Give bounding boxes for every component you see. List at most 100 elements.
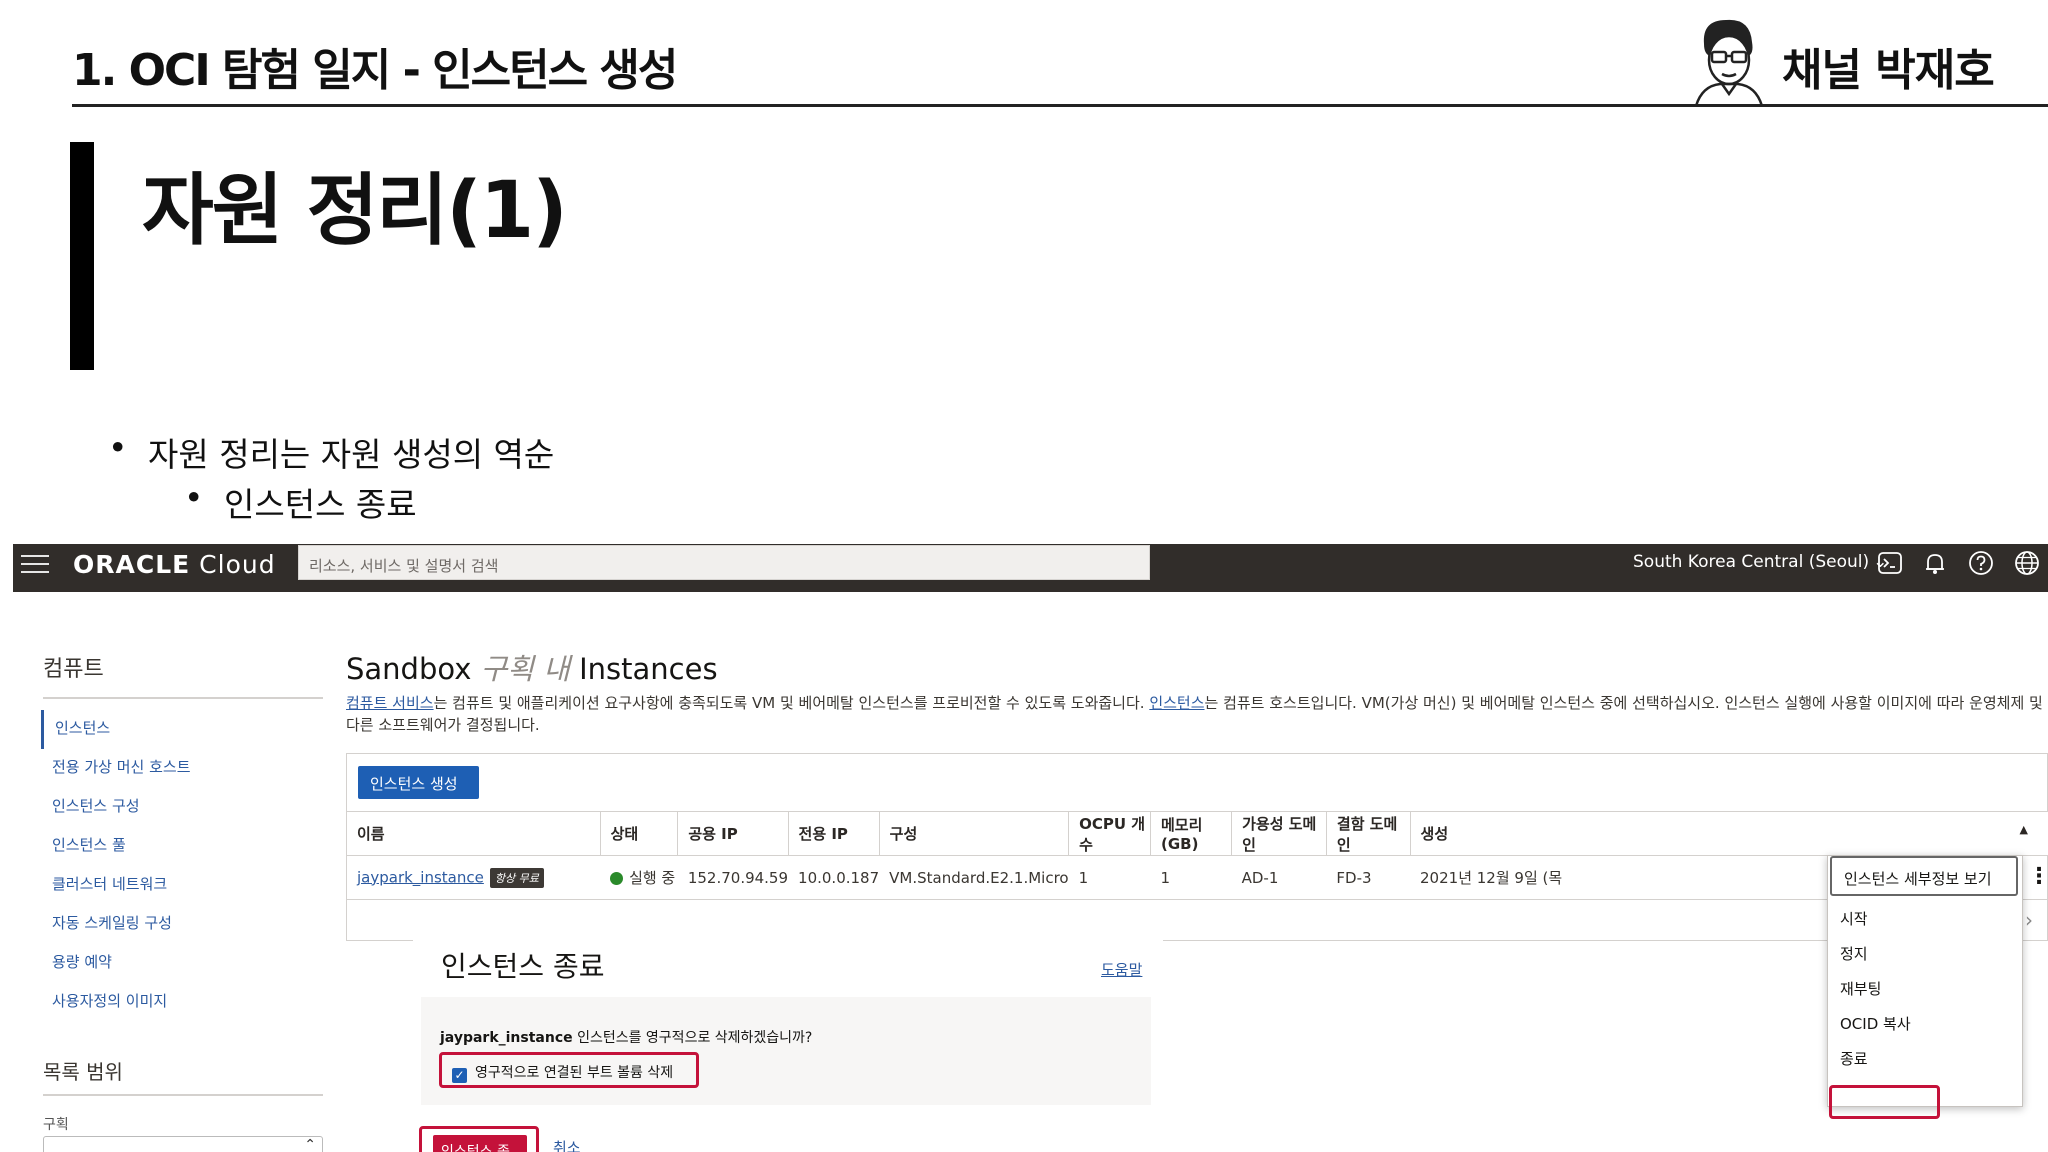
- compartment-select[interactable]: ⌃: [43, 1136, 323, 1152]
- sidebar-heading: 컴퓨트: [43, 657, 104, 682]
- menu-item-stop[interactable]: 정지: [1828, 933, 2022, 973]
- compute-service-link[interactable]: 컴퓨트 서비스: [346, 694, 434, 712]
- top-bar: ORACLE Cloud 리소스, 서비스 및 설명서 검색 South Kor…: [13, 544, 2048, 592]
- menu-item-reboot[interactable]: 재부팅: [1828, 968, 2022, 1008]
- oracle-console: ORACLE Cloud 리소스, 서비스 및 설명서 검색 South Kor…: [13, 544, 2048, 1152]
- cell-availability-domain: AD-1: [1231, 855, 1327, 900]
- chevron-up-icon: ⌃: [304, 1137, 316, 1152]
- list-scope-heading: 목록 범위: [43, 1060, 123, 1084]
- globe-icon[interactable]: [2012, 550, 2042, 580]
- always-free-badge: 항상 무료: [489, 867, 544, 888]
- oracle-cloud-logo[interactable]: ORACLE Cloud: [73, 550, 276, 579]
- cancel-link[interactable]: 취소: [553, 1137, 581, 1152]
- logo-product: Cloud: [199, 550, 276, 579]
- bullet-text: 자원 정리는 자원 생성의 역순: [148, 435, 555, 474]
- menu-item-copy-ocid[interactable]: OCID 복사: [1828, 1003, 2022, 1043]
- page-title: Sandbox 구획 내 Instances: [346, 646, 718, 688]
- cell-private-ip: 10.0.0.187: [788, 855, 880, 900]
- sidebar-item-autoscaling[interactable]: 자동 스케일링 구성: [41, 905, 331, 944]
- sidebar-item-cluster-networks[interactable]: 클러스터 네트워크: [41, 866, 331, 905]
- delete-boot-volume-checkbox[interactable]: ✓ 영구적으로 연결된 부트 볼륨 삭제: [439, 1052, 699, 1088]
- sidebar-divider: [43, 1094, 323, 1096]
- cloud-shell-icon[interactable]: [1875, 550, 1905, 580]
- instances-panel: 인스턴스 생성 이름 상태 공용 IP 전용 IP 구성 OCPU 개수 메모리…: [346, 753, 2048, 941]
- cell-fault-domain: FD-3: [1326, 855, 1411, 900]
- cell-name: jaypark_instance 항상 무료: [347, 855, 601, 900]
- col-header-private-ip[interactable]: 전용 IP: [788, 811, 880, 856]
- kebab-menu-icon[interactable]: ⋮: [2028, 864, 2048, 889]
- col-header-status[interactable]: 상태: [600, 811, 679, 856]
- desc-text: 는 컴퓨트 및 애플리케이션 요구사항에 충족되도록 VM 및 베어메탈 인스턴…: [433, 694, 1150, 712]
- menu-icon[interactable]: [21, 555, 49, 577]
- col-header-created[interactable]: 생성 ▲: [1410, 811, 2048, 856]
- region-label: South Korea Central (Seoul): [1633, 552, 1870, 572]
- sidebar-item-capacity-reservations[interactable]: 용량 예약: [41, 944, 331, 983]
- terminate-highlight: [1829, 1085, 1940, 1119]
- terminate-button-highlight: 인스턴스 종료: [419, 1126, 539, 1152]
- bell-icon[interactable]: [1920, 550, 1950, 580]
- sidebar-item-dedicated-hosts[interactable]: 전용 가상 머신 호스트: [41, 749, 331, 788]
- created-header-label: 생성: [1420, 825, 1449, 843]
- row-action-menu: 인스턴스 세부정보 보기 시작 정지 재부팅 OCID 복사 종료: [1827, 855, 2023, 1107]
- chevron-right-icon[interactable]: ›: [2025, 908, 2033, 932]
- menu-item-terminate[interactable]: 종료: [1828, 1038, 2022, 1078]
- checkbox-label: 영구적으로 연결된 부트 볼륨 삭제: [475, 1065, 674, 1081]
- slide-header-title: 1. OCI 탐험 일지 - 인스턴스 생성: [72, 45, 678, 96]
- cell-ocpu: 1: [1068, 855, 1151, 900]
- section-title: 자원 정리(1): [142, 166, 568, 256]
- cell-memory: 1: [1150, 855, 1232, 900]
- create-instance-button[interactable]: 인스턴스 생성: [358, 766, 479, 799]
- channel-brand: 채널 박재호: [1686, 14, 2048, 106]
- bullet-text: 인스턴스 종료: [224, 485, 417, 524]
- terminate-dialog: 인스턴스 종료 도움말 jaypark_instance 인스턴스를 영구적으로…: [413, 933, 1163, 1152]
- instances-table: 이름 상태 공용 IP 전용 IP 구성 OCPU 개수 메모리(GB) 가용성…: [347, 811, 2048, 900]
- page-description: 컴퓨트 서비스는 컴퓨트 및 애플리케이션 요구사항에 충족되도록 VM 및 베…: [346, 692, 2046, 736]
- cell-status: 실행 중: [600, 855, 678, 900]
- title-prefix: Sandbox: [346, 652, 472, 686]
- instance-name: jaypark_instance: [440, 1030, 573, 1046]
- region-selector[interactable]: South Korea Central (Seoul) ⌄: [1633, 552, 1887, 572]
- logo-brand: ORACLE: [73, 550, 191, 579]
- sidebar-item-instance-pools[interactable]: 인스턴스 풀: [41, 827, 331, 866]
- title-compartment: 구획 내: [480, 652, 570, 686]
- compartment-label: 구획: [43, 1117, 69, 1133]
- col-header-ocpu[interactable]: OCPU 개수: [1068, 811, 1151, 856]
- bullet-item: • 자원 정리는 자원 생성의 역순: [108, 428, 555, 476]
- sidebar-item-custom-images[interactable]: 사용자정의 이미지: [41, 983, 331, 1022]
- menu-item-view-details[interactable]: 인스턴스 세부정보 보기: [1830, 856, 2018, 896]
- search-input[interactable]: 리소스, 서비스 및 설명서 검색: [298, 545, 1150, 580]
- sub-bullet-item: • 인스턴스 종료: [184, 478, 417, 526]
- confirm-question: jaypark_instance 인스턴스를 영구적으로 삭제하겠습니까?: [440, 1027, 812, 1047]
- col-header-public-ip[interactable]: 공용 IP: [677, 811, 789, 856]
- sort-up-icon: ▲: [2019, 823, 2028, 836]
- bullet-mark: •: [108, 428, 128, 467]
- sidebar-nav: 인스턴스 전용 가상 머신 호스트 인스턴스 구성 인스턴스 풀 클러스터 네트…: [41, 710, 331, 1022]
- table-row: jaypark_instance 항상 무료 실행 중 152.70.94.59 …: [347, 855, 2048, 900]
- status-dot-icon: [610, 872, 624, 885]
- question-text: 인스턴스를 영구적으로 삭제하겠습니까?: [572, 1030, 813, 1046]
- check-icon[interactable]: ✓: [452, 1068, 467, 1083]
- help-link[interactable]: 도움말: [1101, 959, 1142, 980]
- title-suffix: Instances: [579, 652, 718, 686]
- bullet-mark: •: [184, 478, 204, 517]
- help-icon[interactable]: [1966, 550, 1996, 580]
- col-header-memory[interactable]: 메모리(GB): [1150, 811, 1233, 856]
- terminate-instance-button[interactable]: 인스턴스 종료: [433, 1135, 527, 1152]
- col-header-name[interactable]: 이름: [347, 811, 601, 856]
- channel-name: 채널 박재호: [1782, 45, 1995, 96]
- dialog-title: 인스턴스 종료: [441, 950, 605, 983]
- instance-name-link[interactable]: jaypark_instance: [357, 868, 484, 886]
- sidebar-item-instances[interactable]: 인스턴스: [41, 710, 331, 749]
- col-header-fault-domain[interactable]: 결함 도메인: [1326, 811, 1411, 856]
- cell-public-ip: 152.70.94.59: [677, 855, 789, 900]
- col-header-shape[interactable]: 구성: [879, 811, 1070, 856]
- dialog-body: jaypark_instance 인스턴스를 영구적으로 삭제하겠습니까? ✓ 영…: [421, 997, 1151, 1105]
- instance-link[interactable]: 인스턴스: [1149, 694, 1204, 712]
- avatar-icon: [1694, 19, 1764, 106]
- cell-shape: VM.Standard.E2.1.Micro: [879, 855, 1069, 900]
- sidebar-divider: [43, 697, 323, 699]
- sidebar-item-instance-configs[interactable]: 인스턴스 구성: [41, 788, 331, 827]
- section-accent-bar: [70, 142, 94, 370]
- menu-item-start[interactable]: 시작: [1828, 898, 2022, 938]
- col-header-availability-domain[interactable]: 가용성 도메인: [1231, 811, 1327, 856]
